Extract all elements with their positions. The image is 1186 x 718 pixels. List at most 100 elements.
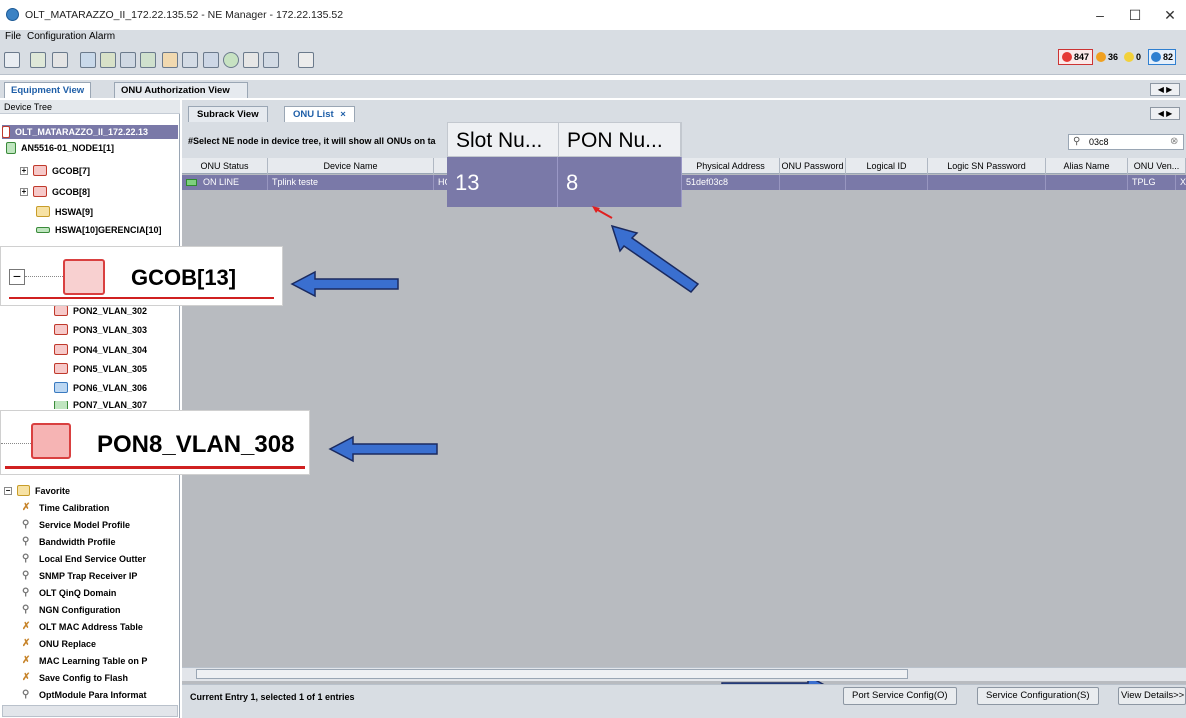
- view-details-button[interactable]: View Details>>: [1118, 687, 1186, 705]
- tree-horizontal-scrollbar[interactable]: [2, 705, 178, 717]
- tree-item-gcob7[interactable]: + GCOB[7]: [20, 165, 90, 176]
- tree-item-hswa10[interactable]: HSWA[10]GERENCIA[10]: [36, 225, 162, 235]
- maximize-button[interactable]: ☐: [1120, 5, 1150, 25]
- major-alarm-counter[interactable]: 36: [1096, 49, 1118, 65]
- pon-port-icon: [54, 344, 68, 355]
- column-header[interactable]: ONU Ven...: [1128, 158, 1186, 174]
- wrench-icon: ⚲: [22, 689, 30, 700]
- content-tab-scroll-arrows[interactable]: ◀ ▶: [1150, 107, 1180, 120]
- column-header[interactable]: Logic SN Password: [928, 158, 1046, 174]
- alias-name-cell: [1046, 175, 1128, 190]
- favorite-item[interactable]: ⚲ OptModule Para Informat: [22, 689, 147, 701]
- tree-favorite[interactable]: − Favorite: [4, 485, 70, 496]
- card-icon: [36, 227, 50, 233]
- tree-item-pon3[interactable]: PON3_VLAN_303: [54, 324, 147, 335]
- favorite-item[interactable]: ✗ ONU Replace: [22, 638, 96, 650]
- menu-alarm[interactable]: Alarm: [89, 31, 115, 42]
- favorite-label: Save Config to Flash: [39, 673, 129, 683]
- minor-alarm-icon: [1124, 52, 1134, 62]
- log-icon[interactable]: [203, 52, 219, 68]
- tree-item-gcob8[interactable]: + GCOB[8]: [20, 186, 90, 197]
- minimize-button[interactable]: –: [1085, 5, 1115, 25]
- pon-port-icon: [54, 382, 68, 393]
- collapse-icon[interactable]: −: [4, 486, 12, 495]
- topology-icon[interactable]: [30, 52, 46, 68]
- filter-icon[interactable]: [263, 52, 279, 68]
- clear-search-icon[interactable]: ⊗: [1170, 135, 1178, 149]
- tree-item-pon7[interactable]: PON7_VLAN_307: [54, 401, 147, 409]
- save-icon[interactable]: [140, 52, 156, 68]
- tree-item-pon6[interactable]: PON6_VLAN_306: [54, 382, 147, 393]
- device-icon[interactable]: [52, 52, 68, 68]
- favorite-item[interactable]: ⚲ OLT QinQ Domain: [22, 587, 116, 599]
- extra-cell: X: [1180, 177, 1186, 187]
- column-header[interactable]: Alias Name: [1046, 158, 1128, 174]
- scroll-thumb[interactable]: [196, 669, 908, 679]
- favorite-item[interactable]: ⚲ NGN Configuration: [22, 604, 121, 616]
- tab-close-icon[interactable]: ×: [340, 109, 346, 120]
- expand-icon[interactable]: +: [20, 187, 28, 196]
- minor-alarm-counter[interactable]: 0: [1124, 49, 1141, 65]
- tree-item-pon5[interactable]: PON5_VLAN_305: [54, 363, 147, 374]
- favorite-label: OptModule Para Informat: [39, 690, 147, 700]
- column-header[interactable]: ONU Password: [780, 158, 846, 174]
- tree-item-pon4[interactable]: PON4_VLAN_304: [54, 344, 147, 355]
- tab-scroll-arrows[interactable]: ◀ ▶: [1150, 83, 1180, 96]
- menu-configuration[interactable]: Configuration: [27, 31, 86, 42]
- tab-onu-authorization-label: ONU Authorization View: [121, 85, 230, 96]
- device-tree-header: Device Tree: [0, 100, 180, 114]
- warning-alarm-counter[interactable]: 82: [1148, 49, 1177, 65]
- window-icon[interactable]: [298, 52, 314, 68]
- favorite-item[interactable]: ⚲ SNMP Trap Receiver IP: [22, 570, 137, 582]
- favorite-item[interactable]: ✗ MAC Learning Table on P: [22, 655, 147, 667]
- tab-onu-list[interactable]: ONU List ×: [284, 106, 355, 122]
- critical-alarm-counter[interactable]: 847: [1058, 49, 1094, 65]
- tree-item-pon2[interactable]: PON2_VLAN_302: [54, 305, 147, 316]
- user-icon[interactable]: [162, 52, 178, 68]
- tree-root-node[interactable]: OLT_MATARAZZO_II_172.22.13: [2, 125, 178, 139]
- pon-number-header: PON Nu...: [559, 123, 681, 158]
- warning-alarm-icon: [1151, 52, 1161, 62]
- port-service-config-button[interactable]: Port Service Config(O): [843, 687, 957, 705]
- collapse-icon: −: [9, 269, 25, 285]
- board-icon[interactable]: [100, 52, 116, 68]
- expand-icon[interactable]: +: [20, 166, 28, 175]
- wrench-icon: ⚲: [22, 604, 30, 615]
- favorite-item[interactable]: ✗ Save Config to Flash: [22, 672, 128, 684]
- grid-icon[interactable]: [243, 52, 259, 68]
- tab-onu-authorization[interactable]: ONU Authorization View ×: [114, 82, 248, 111]
- online-icon: [186, 179, 197, 187]
- column-header[interactable]: ONU Status: [182, 158, 268, 174]
- tree-item-hswa9[interactable]: HSWA[9]: [36, 206, 93, 217]
- favorite-item[interactable]: ✗ Time Calibration: [22, 502, 109, 514]
- card-icon: [33, 186, 47, 197]
- view-menu-icon[interactable]: [4, 52, 20, 68]
- service-configuration-button[interactable]: Service Configuration(S): [977, 687, 1099, 705]
- favorite-label: OLT QinQ Domain: [39, 588, 117, 598]
- menu-file[interactable]: File: [5, 31, 21, 42]
- report-icon[interactable]: [80, 52, 96, 68]
- tab-subrack-view[interactable]: Subrack View: [188, 106, 268, 122]
- minor-alarm-count: 0: [1136, 52, 1142, 62]
- column-header[interactable]: Logical ID: [846, 158, 928, 174]
- tab-equipment-view[interactable]: Equipment View: [4, 82, 92, 98]
- tree-node[interactable]: AN5516-01_NODE1[1]: [6, 142, 114, 154]
- card-icon: [36, 206, 50, 217]
- config-icon[interactable]: [120, 52, 136, 68]
- olt-icon: [2, 126, 10, 138]
- printer-icon[interactable]: [182, 52, 198, 68]
- favorite-item[interactable]: ✗ OLT MAC Address Table: [22, 621, 143, 633]
- favorite-item[interactable]: ⚲ Bandwidth Profile: [22, 536, 116, 548]
- folder-icon: [17, 485, 30, 496]
- zoom-card-label: GCOB[13]: [131, 265, 237, 290]
- favorite-item[interactable]: ⚲ Service Model Profile: [22, 519, 130, 531]
- column-header[interactable]: Physical Address: [682, 158, 780, 174]
- table-horizontal-scrollbar[interactable]: [182, 667, 1186, 681]
- tree-item-label: PON2_VLAN_302: [73, 305, 148, 316]
- close-window-button[interactable]: ✕: [1155, 5, 1185, 25]
- major-alarm-count: 36: [1108, 52, 1119, 62]
- search-input[interactable]: ⚲ 03c8 ⊗: [1068, 134, 1184, 150]
- favorite-item[interactable]: ⚲ Local End Service Outter: [22, 553, 146, 565]
- refresh-icon[interactable]: [223, 52, 239, 68]
- column-header[interactable]: Device Name: [268, 158, 434, 174]
